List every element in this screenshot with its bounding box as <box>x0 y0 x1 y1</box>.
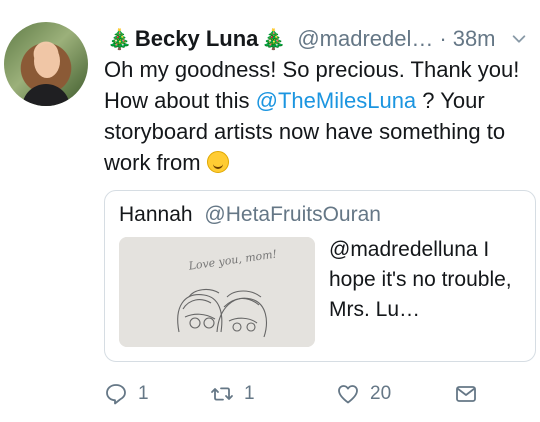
grinning-face-icon <box>206 151 229 173</box>
chevron-down-icon[interactable] <box>510 30 528 48</box>
author-name[interactable]: Becky Luna <box>135 26 259 52</box>
quoted-tweet[interactable]: Hannah @HetaFruitsOuran Love you, mom! @ <box>104 190 536 362</box>
author-handle[interactable]: @madredel… <box>297 26 433 52</box>
avatar-shirt <box>22 84 70 106</box>
reply-icon <box>106 384 126 405</box>
tweet-header: 🎄 Becky Luna 🎄 @madredel… · 38m <box>104 22 540 56</box>
reply-button[interactable]: 1 <box>104 382 149 406</box>
tweet-time[interactable]: 38m <box>453 26 496 52</box>
heart-icon <box>338 385 358 404</box>
retweet-icon <box>211 387 233 401</box>
retweet-button[interactable]: 1 <box>210 382 255 406</box>
author-avatar[interactable] <box>4 22 88 106</box>
mention-link[interactable]: @TheMilesLuna <box>256 88 417 113</box>
avatar-face <box>34 44 60 78</box>
tweet-actions: 1 1 20 <box>104 376 540 412</box>
reply-count: 1 <box>138 383 149 404</box>
direct-message-button[interactable] <box>454 382 488 406</box>
quoted-image[interactable]: Love you, mom! <box>119 237 315 347</box>
christmas-tree-icon: 🎄 <box>261 28 287 51</box>
quoted-text: @madredelluna I hope it's no trouble, Mr… <box>329 238 512 321</box>
like-count: 20 <box>370 383 392 404</box>
separator-dot: · <box>439 26 447 51</box>
quoted-author-handle: @HetaFruitsOuran <box>204 203 381 226</box>
envelope-icon <box>456 386 476 402</box>
tweet-text: Oh my goodness! So precious. Thank you! … <box>104 54 524 178</box>
quoted-header: Hannah @HetaFruitsOuran <box>119 203 381 227</box>
quoted-author-name: Hannah <box>119 203 193 226</box>
retweet-count: 1 <box>244 383 255 404</box>
sketch-drawing: Love you, mom! <box>119 237 315 347</box>
like-button[interactable]: 20 <box>336 382 391 406</box>
christmas-tree-icon: 🎄 <box>107 28 132 51</box>
